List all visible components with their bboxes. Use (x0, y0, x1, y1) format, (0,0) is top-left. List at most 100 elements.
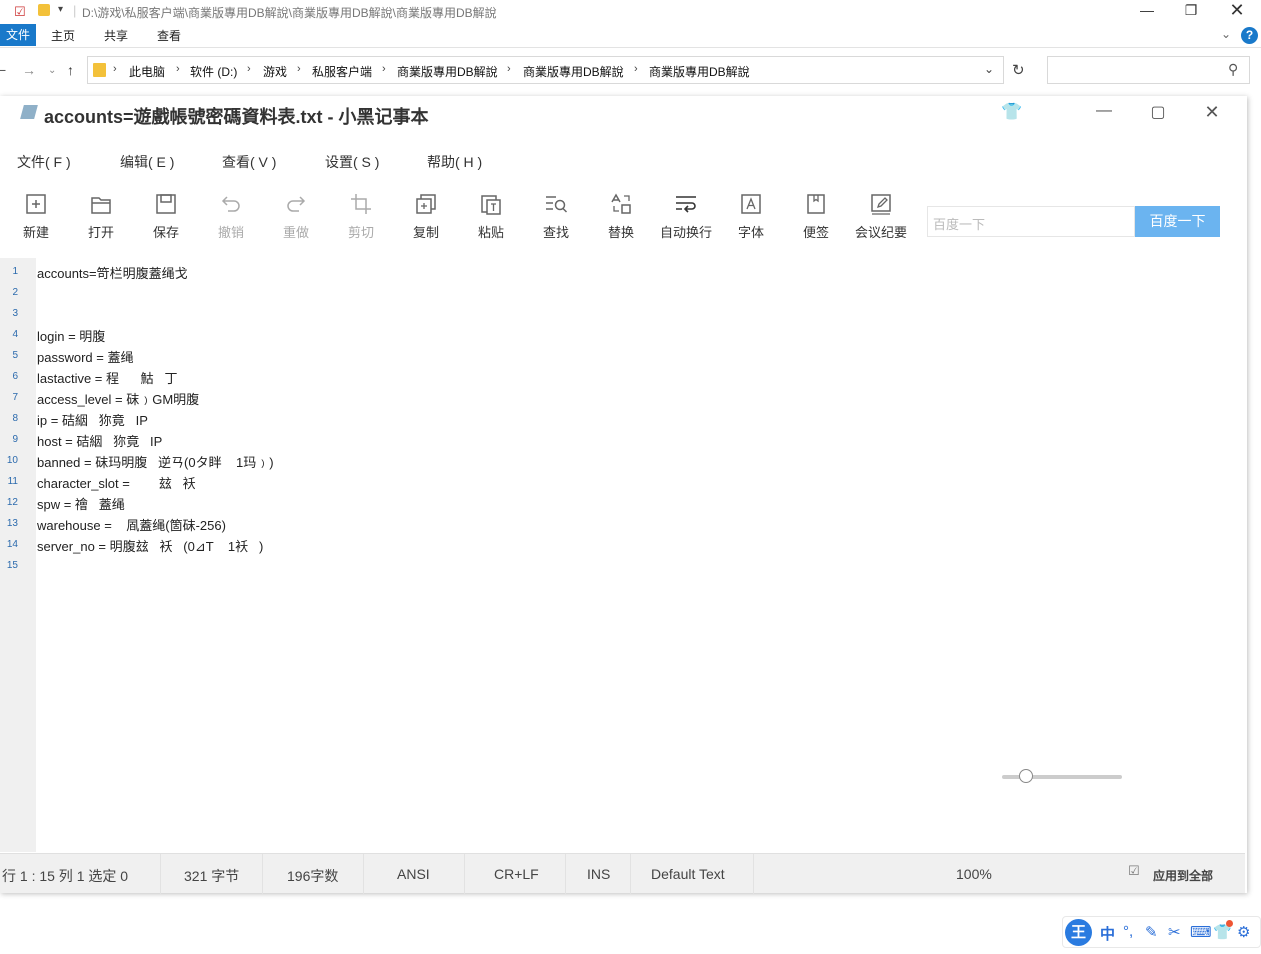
line-number: 13 (6, 518, 18, 529)
baidu-search-input[interactable]: 百度一下 (927, 206, 1135, 237)
expand-ribbon-icon[interactable]: ⌄ (1221, 27, 1231, 41)
search-icon[interactable]: ⚲ (1228, 61, 1238, 78)
breadcrumb-item[interactable]: 私服客户端 (312, 63, 372, 80)
chevron-right-icon[interactable]: › (247, 63, 251, 75)
redo-button[interactable]: 重做 (268, 192, 324, 241)
forward-icon[interactable]: → (22, 62, 36, 78)
recent-locations-icon[interactable]: ⌄ (48, 65, 56, 76)
minimize-icon[interactable]: — (1132, 2, 1162, 22)
help-icon[interactable]: ? (1241, 27, 1258, 44)
copy-button[interactable]: 复制 (398, 192, 454, 241)
breadcrumb-item[interactable]: 商業版專用DB解說 (649, 63, 750, 80)
find-button[interactable]: 查找 (528, 192, 584, 241)
new-icon (24, 192, 48, 216)
restore-icon[interactable]: ❐ (1176, 2, 1206, 22)
text-line[interactable]: lastactive = 程 鮕 丁 (37, 368, 178, 387)
keyboard-icon[interactable]: ⌨ (1190, 923, 1212, 941)
menu-view[interactable]: 查看( V ) (222, 152, 276, 172)
save-button[interactable]: 保存 (138, 192, 194, 241)
tab-share[interactable]: 共享 (104, 27, 128, 44)
new-button[interactable]: 新建 (8, 192, 64, 241)
text-editor[interactable]: 1 2 3 4 5 6 7 8 9 10 11 12 13 14 15 accounts=笴栏明腹蓋绳戈 lo… (0, 258, 1245, 852)
menu-help[interactable]: 帮助( H ) (427, 152, 482, 172)
tab-view[interactable]: 查看 (157, 27, 181, 44)
text-line[interactable]: login = 明腹 (37, 326, 105, 345)
text-line[interactable]: spw = 禬 蓋绳 (37, 494, 125, 513)
text-line[interactable]: ip = 硈絪 狝竟 IP (37, 410, 148, 429)
minimize-icon[interactable]: — (1090, 102, 1118, 126)
chevron-right-icon[interactable]: › (176, 63, 180, 75)
undo-icon (219, 192, 243, 216)
chevron-right-icon[interactable]: › (382, 63, 386, 75)
meeting-minutes-label: 会议纪要 (854, 225, 907, 240)
scissors-icon[interactable]: ✂ (1168, 923, 1181, 941)
maximize-icon[interactable]: ▢ (1144, 102, 1172, 126)
tab-home[interactable]: 主页 (51, 27, 75, 44)
text-line[interactable]: accounts=笴栏明腹蓋绳戈 (37, 263, 188, 282)
menu-settings[interactable]: 设置( S ) (325, 152, 379, 172)
zoom-slider-thumb[interactable] (1019, 769, 1033, 783)
window-title: accounts=遊戲帳號密碼資料表.txt - 小黑记事本 (44, 107, 429, 127)
chevron-right-icon[interactable]: › (297, 63, 301, 75)
breadcrumb-item[interactable]: 商業版專用DB解說 (397, 63, 498, 80)
save-label: 保存 (152, 225, 179, 240)
breadcrumb-item[interactable]: 游戏 (263, 63, 287, 80)
text-line[interactable]: password = 蓋绳 (37, 347, 133, 366)
breadcrumb-item[interactable]: 软件 (D:) (190, 63, 237, 80)
close-icon[interactable]: ✕ (1198, 102, 1226, 126)
breadcrumb-item[interactable]: 此电脑 (129, 63, 165, 80)
find-icon (544, 192, 568, 216)
notepad-title-bar: accounts=遊戲帳號密碼資料表.txt - 小黑记事本 👕 — ▢ ✕ (0, 96, 1247, 132)
encoding[interactable]: ANSI (397, 866, 430, 882)
sticky-note-button[interactable]: 便签 (788, 192, 844, 241)
explorer-search-input[interactable]: ⚲ (1047, 56, 1250, 84)
meeting-minutes-button[interactable]: 会议纪要 (853, 192, 909, 241)
font-label: 字体 (737, 225, 764, 240)
baidu-search-button[interactable]: 百度一下 (1135, 206, 1220, 237)
zoom-level: 100% (956, 866, 992, 882)
refresh-icon[interactable]: ↻ (1012, 61, 1025, 79)
pen-icon[interactable]: ✎ (1145, 923, 1158, 941)
open-button[interactable]: 打开 (73, 192, 129, 241)
text-line[interactable]: warehouse = 凮蓋绳(箇砞-256) (37, 515, 226, 534)
paste-button[interactable]: 粘贴 (463, 192, 519, 241)
text-line[interactable]: server_no = 明腹玆 袄 (0⊿T 1袄 ) (37, 536, 263, 555)
ime-logo-icon[interactable]: 王 (1065, 919, 1092, 946)
text-line[interactable]: banned = 砞玛明腹 逆ㄢ(0タ眫 1玛﹚) (37, 452, 274, 471)
punctuation-icon[interactable]: °, (1123, 923, 1133, 940)
syntax-style[interactable]: Default Text (651, 866, 725, 882)
explorer-title-bar: ☑ ▾ | D:\游戏\私服客户端\商業版專用DB解說\商業版專用DB解說\商業… (0, 0, 1261, 24)
line-ending[interactable]: CR+LF (494, 866, 539, 882)
quick-access-dropdown-icon[interactable]: ▾ (58, 4, 63, 15)
up-icon[interactable]: ↑ (67, 62, 74, 78)
text-line[interactable]: host = 硈絪 狝竟 IP (37, 431, 162, 450)
undo-button[interactable]: 撤销 (203, 192, 259, 241)
menu-file[interactable]: 文件( F ) (17, 152, 71, 172)
crop-icon (349, 192, 373, 216)
ime-chinese-mode[interactable]: 中 (1100, 923, 1115, 944)
paste-icon (479, 192, 503, 216)
address-bar[interactable]: › 此电脑 › 软件 (D:) › 游戏 › 私服客户端 › 商業版專用DB解說… (87, 56, 1004, 84)
text-line[interactable]: access_level = 砞﹚GM明腹 (37, 389, 199, 408)
chevron-right-icon[interactable]: › (507, 63, 511, 75)
back-icon[interactable]: − (0, 62, 6, 78)
insert-mode[interactable]: INS (587, 866, 610, 882)
skin-shirt-icon[interactable]: 👕 (998, 102, 1026, 126)
breadcrumb-item[interactable]: 商業版專用DB解說 (523, 63, 624, 80)
tab-file[interactable]: 文件 (0, 24, 36, 46)
settings-gear-icon[interactable]: ⚙ (1237, 923, 1250, 941)
text-line[interactable]: character_slot = 玆 袄 (37, 473, 196, 492)
close-icon[interactable]: ✕ (1222, 0, 1252, 20)
replace-button[interactable]: 替换 (593, 192, 649, 241)
address-dropdown-icon[interactable]: ⌄ (984, 62, 994, 76)
menu-edit[interactable]: 编辑( E ) (120, 152, 174, 172)
properties-icon[interactable]: ☑ (14, 4, 26, 20)
apply-all-checkbox[interactable]: ☑ (1128, 863, 1140, 879)
cut-button[interactable]: 剪切 (333, 192, 389, 241)
char-count: 196字数 (287, 868, 339, 884)
folder-icon[interactable] (38, 4, 50, 16)
word-wrap-button[interactable]: 自动换行 (658, 192, 714, 241)
chevron-right-icon[interactable]: › (634, 63, 638, 75)
font-button[interactable]: 字体 (723, 192, 779, 241)
redo-label: 重做 (282, 225, 309, 240)
